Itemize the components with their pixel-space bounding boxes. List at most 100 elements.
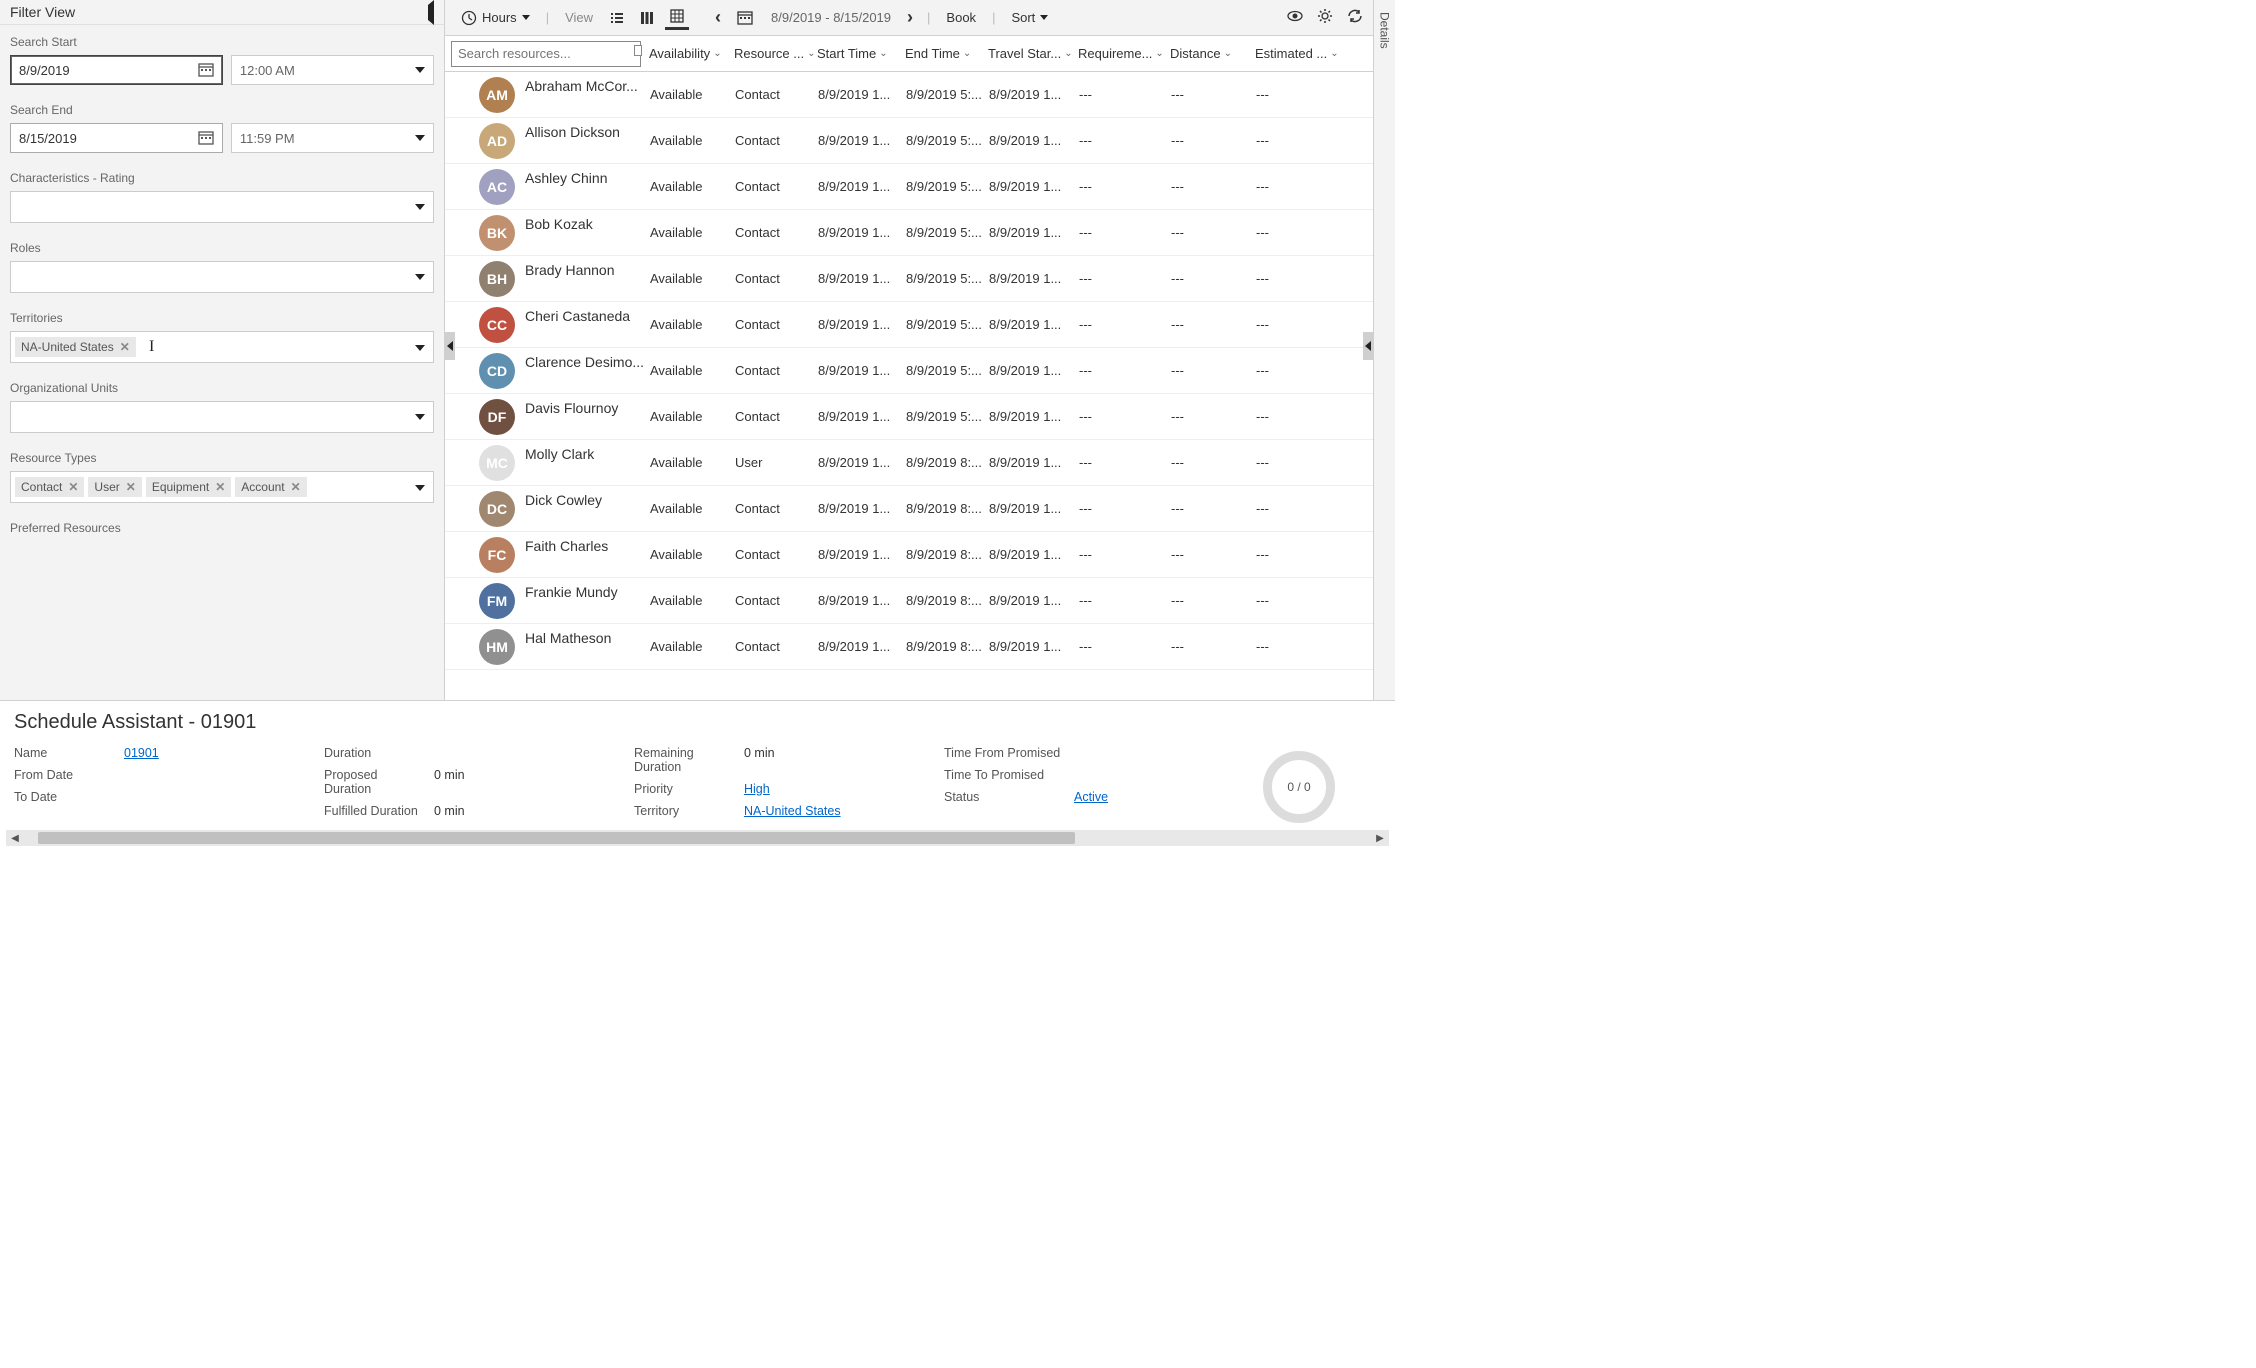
characteristics-select[interactable] [10,191,434,223]
panel-splitter-left[interactable] [445,332,455,360]
column-travel-start[interactable]: Travel Star...⌄ [988,46,1078,61]
gear-icon[interactable] [1317,8,1333,27]
cell-dist: --- [1171,225,1256,240]
hours-dropdown[interactable]: Hours [455,6,536,30]
scroll-left-icon[interactable]: ◀ [6,829,24,847]
cell-est: --- [1256,501,1361,516]
avatar: CC [479,307,515,343]
resource-name: Bob Kozak [525,210,650,233]
cell-est: --- [1256,225,1361,240]
table-row[interactable]: FCFaith CharlesAvailableContact8/9/2019 … [445,532,1373,578]
search-resources-field[interactable] [458,46,634,61]
cell-end: 8/9/2019 5:... [906,317,989,332]
search-end-time-select[interactable]: 11:59 PM [231,123,434,153]
eye-icon[interactable] [1287,8,1303,27]
grid-icon [669,8,685,24]
search-resources-input[interactable] [451,41,641,67]
cell-est: --- [1256,547,1361,562]
cell-travel: 8/9/2019 1... [989,639,1079,654]
search-start-time-value: 12:00 AM [240,63,295,78]
fulfilled-duration-label: Fulfilled Duration [324,804,424,818]
table-row[interactable]: ACAshley ChinnAvailableContact8/9/2019 1… [445,164,1373,210]
panel-splitter-right[interactable] [1363,332,1373,360]
date-picker-button[interactable] [731,6,759,30]
table-row[interactable]: CDClarence Desimo...AvailableContact8/9/… [445,348,1373,394]
column-availability[interactable]: Availability⌄ [649,46,734,61]
status-link[interactable]: Active [1074,790,1108,804]
view-list-button[interactable] [605,6,629,30]
book-button[interactable]: Book [940,6,982,29]
column-requirement[interactable]: Requireme...⌄ [1078,46,1170,61]
cell-availability: Available [650,547,735,562]
cell-est: --- [1256,639,1361,654]
view-grid-button[interactable] [665,6,689,30]
scroll-thumb[interactable] [38,832,1075,844]
remove-tag-icon[interactable]: ✕ [291,480,301,494]
cell-resource-type: Contact [735,133,818,148]
remove-tag-icon[interactable]: ✕ [215,480,225,494]
table-row[interactable]: BHBrady HannonAvailableContact8/9/2019 1… [445,256,1373,302]
cell-availability: Available [650,133,735,148]
bottom-scrollbar[interactable]: ◀ ▶ [6,830,1389,846]
table-row[interactable]: ADAllison DicksonAvailableContact8/9/201… [445,118,1373,164]
table-row[interactable]: DFDavis FlournoyAvailableContact8/9/2019… [445,394,1373,440]
collapse-left-icon[interactable] [428,5,434,20]
resource-types-field[interactable]: Contact✕User✕Equipment✕Account✕ [10,471,434,503]
table-row[interactable]: BKBob KozakAvailableContact8/9/2019 1...… [445,210,1373,256]
search-start-time-select[interactable]: 12:00 AM [231,55,434,85]
cell-end: 8/9/2019 8:... [906,639,989,654]
cell-end: 8/9/2019 5:... [906,409,989,424]
priority-link[interactable]: High [744,782,770,796]
column-distance[interactable]: Distance⌄ [1170,46,1255,61]
proposed-duration-value: 0 min [434,768,465,796]
table-row[interactable]: CCCheri CastanedaAvailableContact8/9/201… [445,302,1373,348]
cell-resource-type: Contact [735,409,818,424]
chevron-down-icon[interactable] [634,45,642,56]
date-range-label[interactable]: 8/9/2019 - 8/15/2019 [765,6,897,29]
view-columns-button[interactable] [635,6,659,30]
resource-name: Dick Cowley [525,486,650,509]
remove-tag-icon[interactable]: ✕ [68,480,78,494]
table-row[interactable]: DCDick CowleyAvailableContact8/9/2019 1.… [445,486,1373,532]
table-row[interactable]: HMHal MathesonAvailableContact8/9/2019 1… [445,624,1373,670]
cell-dist: --- [1171,501,1256,516]
cell-est: --- [1256,317,1361,332]
remove-tag-icon[interactable]: ✕ [126,480,136,494]
search-end-date-input[interactable]: 8/15/2019 [10,123,223,153]
cell-req: --- [1079,455,1171,470]
prev-button[interactable]: ‹ [711,7,725,28]
characteristics-label: Characteristics - Rating [10,171,434,185]
territory-link[interactable]: NA-United States [744,804,841,818]
table-row[interactable]: MCMolly ClarkAvailableUser8/9/2019 1...8… [445,440,1373,486]
search-start-date-value: 8/9/2019 [19,63,198,78]
org-units-select[interactable] [10,401,434,433]
sort-dropdown[interactable]: Sort [1005,6,1054,29]
calendar-icon[interactable] [198,130,214,146]
cell-req: --- [1079,547,1171,562]
cell-resource-type: Contact [735,501,818,516]
next-button[interactable]: › [903,7,917,28]
cell-travel: 8/9/2019 1... [989,317,1079,332]
columns-icon [639,10,655,26]
table-row[interactable]: FMFrankie MundyAvailableContact8/9/2019 … [445,578,1373,624]
cell-dist: --- [1171,87,1256,102]
column-resource-type[interactable]: Resource ...⌄ [734,46,817,61]
name-link[interactable]: 01901 [124,746,159,760]
refresh-icon[interactable] [1347,8,1363,27]
remove-tag-icon[interactable]: ✕ [120,340,130,354]
column-end-time[interactable]: End Time⌄ [905,46,988,61]
territories-field[interactable]: NA-United States✕ I [10,331,434,363]
column-start-time[interactable]: Start Time⌄ [817,46,905,61]
cell-resource-type: Contact [735,363,818,378]
calendar-icon[interactable] [198,62,214,78]
cell-end: 8/9/2019 8:... [906,547,989,562]
view-label: View [559,6,599,29]
column-estimated[interactable]: Estimated ...⌄ [1255,46,1360,61]
cell-availability: Available [650,501,735,516]
table-row[interactable]: AMAbraham McCor...AvailableContact8/9/20… [445,72,1373,118]
search-start-date-input[interactable]: 8/9/2019 [10,55,223,85]
roles-select[interactable] [10,261,434,293]
text-cursor-icon: I [149,338,154,356]
scroll-right-icon[interactable]: ▶ [1371,829,1389,847]
resource-name: Allison Dickson [525,118,650,141]
